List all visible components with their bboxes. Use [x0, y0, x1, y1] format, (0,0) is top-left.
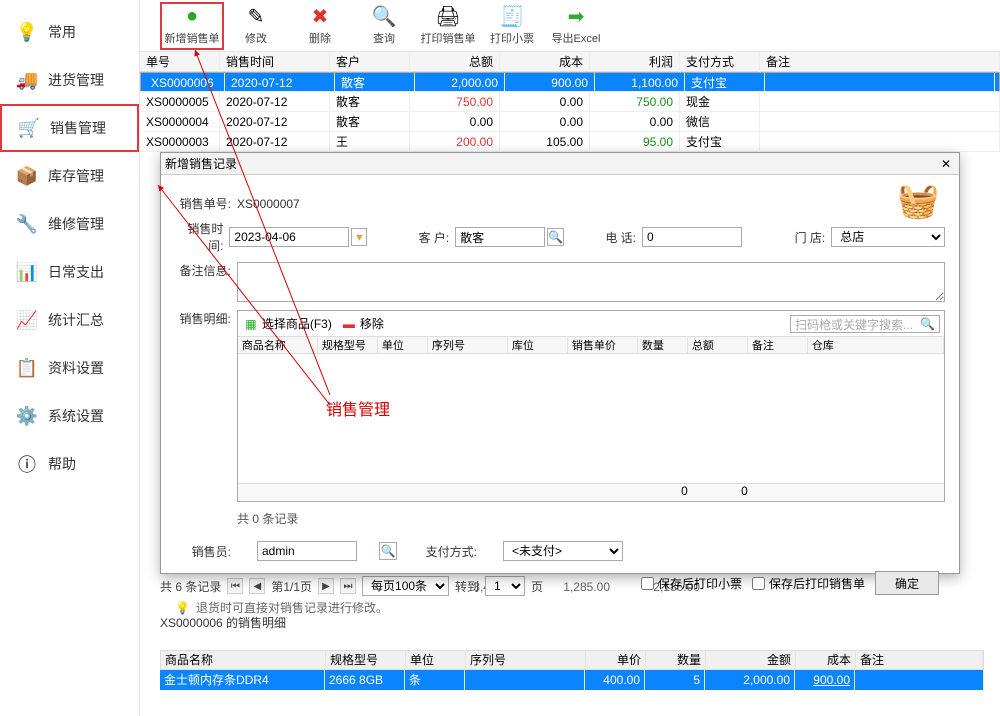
table-row[interactable]: XS00000062020-07-12散客2,000.00900.001,100…	[140, 72, 1000, 92]
sale-time-label: 销售时间:	[175, 220, 223, 254]
remark-input[interactable]	[237, 262, 945, 302]
details-label: 销售明细:	[175, 310, 231, 327]
detail-row[interactable]: 金士顿内存条DDR42666 8GB条400.0052,000.00900.00	[160, 670, 984, 690]
seller-input[interactable]	[257, 541, 357, 561]
chart-icon: 📈	[16, 309, 38, 331]
export-icon: ➡	[565, 6, 587, 28]
search-icon: 🔍	[373, 6, 395, 28]
seller-label: 销售员:	[175, 543, 231, 560]
col-cust[interactable]: 客户	[330, 52, 410, 72]
remark-label: 备注信息:	[175, 262, 231, 279]
grid-header: 单号 销售时间 客户 总额 成本 利润 支付方式 备注	[140, 52, 1000, 72]
shop-select[interactable]: 总店	[831, 227, 945, 247]
nav-common[interactable]: 💡常用	[0, 8, 139, 56]
records-count: 共 0 条记录	[237, 510, 945, 527]
new-sale-dialog: 新增销售记录 ✕ 🧺 销售单号: XS0000007 销售时间: ▾ 客 户: …	[160, 152, 960, 574]
table-row[interactable]: XS00000052020-07-12散客750.000.00750.00现金	[140, 92, 1000, 112]
sidebar: 💡常用 🚚进货管理 🛒销售管理 📦库存管理 🔧维修管理 📊日常支出 📈统计汇总 …	[0, 0, 140, 716]
select-goods-button[interactable]: ▦选择商品(F3)	[244, 315, 332, 332]
sale-time-input[interactable]	[229, 227, 349, 247]
nav-expense[interactable]: 📊日常支出	[0, 248, 139, 296]
search-icon[interactable]: 🔍	[920, 317, 935, 331]
bulb-icon: 💡	[16, 21, 38, 43]
toolbar: ●新增销售单 ✎修改 ✖删除 🔍查询 🖨打印销售单 🧾打印小票 ➡导出Excel	[140, 0, 1000, 52]
paytype-label: 支付方式:	[417, 543, 477, 560]
nav-stats[interactable]: 📈统计汇总	[0, 296, 139, 344]
chk-print-sale[interactable]: 保存后打印销售单	[752, 575, 865, 592]
table-row[interactable]: XS00000042020-07-12散客0.000.000.00微信	[140, 112, 1000, 132]
col-profit[interactable]: 利润	[590, 52, 680, 72]
btn-export[interactable]: ➡导出Excel	[544, 6, 608, 46]
btn-new-sale[interactable]: ●新增销售单	[160, 2, 224, 50]
minus-icon: ▬	[342, 317, 356, 331]
plus-icon: ▦	[244, 317, 258, 331]
col-total[interactable]: 总额	[410, 52, 500, 72]
chk-print-receipt[interactable]: 保存后打印小票	[641, 575, 742, 592]
phone-input[interactable]	[642, 227, 742, 247]
btn-search[interactable]: 🔍查询	[352, 6, 416, 46]
shop-label: 门 店:	[782, 229, 825, 246]
truck-icon: 🚚	[16, 69, 38, 91]
remove-button[interactable]: ▬移除	[342, 315, 384, 332]
nav-sales[interactable]: 🛒销售管理	[0, 104, 139, 152]
cart-image-icon: 🧺	[897, 181, 945, 221]
receipt-icon: 🧾	[501, 6, 523, 28]
search-icon[interactable]: 🔍	[547, 228, 564, 246]
table-row[interactable]: XS00000032020-07-12王200.00105.0095.00支付宝	[140, 132, 1000, 152]
col-cost[interactable]: 成本	[500, 52, 590, 72]
bar-icon: 📊	[16, 261, 38, 283]
hint-text: 💡退货时可直接对销售记录进行修改。	[175, 599, 945, 616]
nav-data[interactable]: 📋资料设置	[0, 344, 139, 392]
ok-button[interactable]: 确定	[875, 571, 939, 595]
btn-print-receipt[interactable]: 🧾打印小票	[480, 6, 544, 46]
phone-label: 电 话:	[584, 229, 636, 246]
btn-edit[interactable]: ✎修改	[224, 6, 288, 46]
annotation-label: 销售管理	[326, 396, 390, 420]
nav-inventory[interactable]: 📦库存管理	[0, 152, 139, 200]
paytype-select[interactable]: <未支付>	[503, 541, 623, 561]
dialog-title-bar[interactable]: 新增销售记录 ✕	[161, 153, 959, 175]
nav-help[interactable]: ⓘ帮助	[0, 440, 139, 488]
bulb-icon: 💡	[175, 601, 190, 615]
sales-grid: 单号 销售时间 客户 总额 成本 利润 支付方式 备注 XS0000006202…	[140, 52, 1000, 152]
nav-repair[interactable]: 🔧维修管理	[0, 200, 139, 248]
cust-label: 客 户:	[397, 229, 449, 246]
list-icon: 📋	[16, 357, 38, 379]
order-id-value: XS0000007	[237, 197, 300, 211]
col-remark[interactable]: 备注	[760, 52, 1000, 72]
col-pay[interactable]: 支付方式	[680, 52, 760, 72]
help-icon: ⓘ	[16, 453, 38, 475]
scan-input[interactable]: 扫码枪或关键字搜索...🔍	[790, 315, 940, 333]
btn-delete[interactable]: ✖删除	[288, 6, 352, 46]
calendar-icon[interactable]: ▾	[351, 228, 367, 246]
search-icon[interactable]: 🔍	[379, 542, 397, 560]
order-id-label: 销售单号:	[175, 195, 231, 212]
gear-icon: ⚙️	[16, 405, 38, 427]
wrench-icon: 🔧	[16, 213, 38, 235]
pencil-icon: ✎	[245, 6, 267, 28]
col-time[interactable]: 销售时间	[220, 52, 330, 72]
nav-system[interactable]: ⚙️系统设置	[0, 392, 139, 440]
cust-input[interactable]	[455, 227, 545, 247]
close-icon[interactable]: ✕	[937, 155, 955, 173]
printer-icon: 🖨	[437, 6, 459, 28]
nav-purchase[interactable]: 🚚进货管理	[0, 56, 139, 104]
plus-icon: ●	[181, 6, 203, 28]
col-id[interactable]: 单号	[140, 52, 220, 72]
btn-print-sale[interactable]: 🖨打印销售单	[416, 6, 480, 46]
delete-icon: ✖	[309, 6, 331, 28]
cart-icon: 🛒	[18, 117, 40, 139]
dialog-title: 新增销售记录	[165, 155, 237, 172]
box-icon: 📦	[16, 165, 38, 187]
detail-grid: 商品名称规格型号单位序列号单价数量金额成本备注 金士顿内存条DDR42666 8…	[160, 650, 984, 690]
